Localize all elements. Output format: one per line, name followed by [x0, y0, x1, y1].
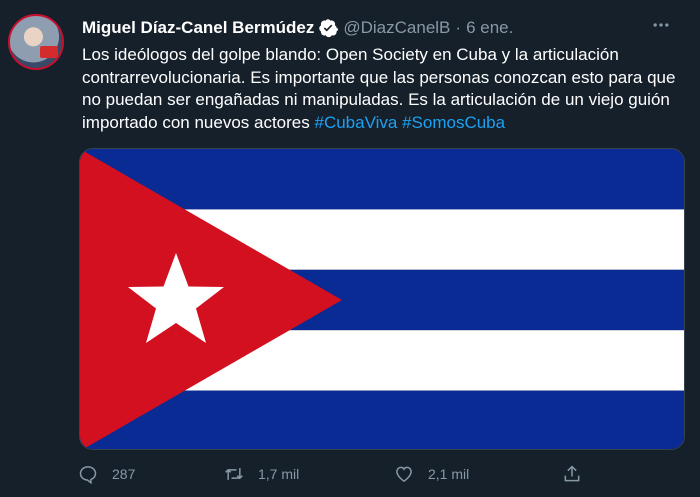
- reply-button[interactable]: 287: [78, 459, 135, 489]
- cuban-flag-image: [80, 149, 684, 449]
- flag-stripe-blue: [80, 149, 684, 210]
- tweet[interactable]: Miguel Díaz-Canel Bermúdez @DiazCanelB ·…: [0, 0, 700, 497]
- retweet-button[interactable]: 1,7 mil: [224, 459, 299, 489]
- tweet-date[interactable]: 6 ene.: [466, 18, 513, 38]
- hashtag-link[interactable]: #SomosCuba: [402, 113, 505, 132]
- avatar[interactable]: [8, 14, 64, 70]
- share-button[interactable]: [562, 459, 596, 489]
- separator-dot: ·: [455, 18, 462, 37]
- heart-icon: [396, 466, 412, 482]
- like-button[interactable]: 2,1 mil: [394, 459, 469, 489]
- author-handle[interactable]: @DiazCanelB: [343, 18, 450, 38]
- retweet-icon: [225, 468, 243, 480]
- reply-icon: [79, 466, 97, 484]
- tweet-text: Los ideólogos del golpe blando: Open Soc…: [82, 44, 682, 134]
- flag-stripe-blue: [80, 390, 684, 449]
- retweet-count: 1,7 mil: [258, 466, 300, 482]
- verified-icon: [319, 19, 339, 38]
- like-count: 2,1 mil: [428, 466, 470, 482]
- tweet-actions: 287 1,7 mil 2,1 mil: [74, 459, 594, 489]
- more-options-icon[interactable]: [648, 12, 674, 38]
- reply-count: 287: [112, 466, 136, 482]
- author-name[interactable]: Miguel Díaz-Canel Bermúdez: [82, 18, 314, 38]
- tweet-media[interactable]: [79, 148, 685, 450]
- avatar-badge: [40, 46, 58, 58]
- tweet-header: Miguel Díaz-Canel Bermúdez @DiazCanelB ·…: [82, 16, 513, 40]
- share-icon: [564, 465, 580, 482]
- hashtag-link[interactable]: #CubaViva: [314, 113, 397, 132]
